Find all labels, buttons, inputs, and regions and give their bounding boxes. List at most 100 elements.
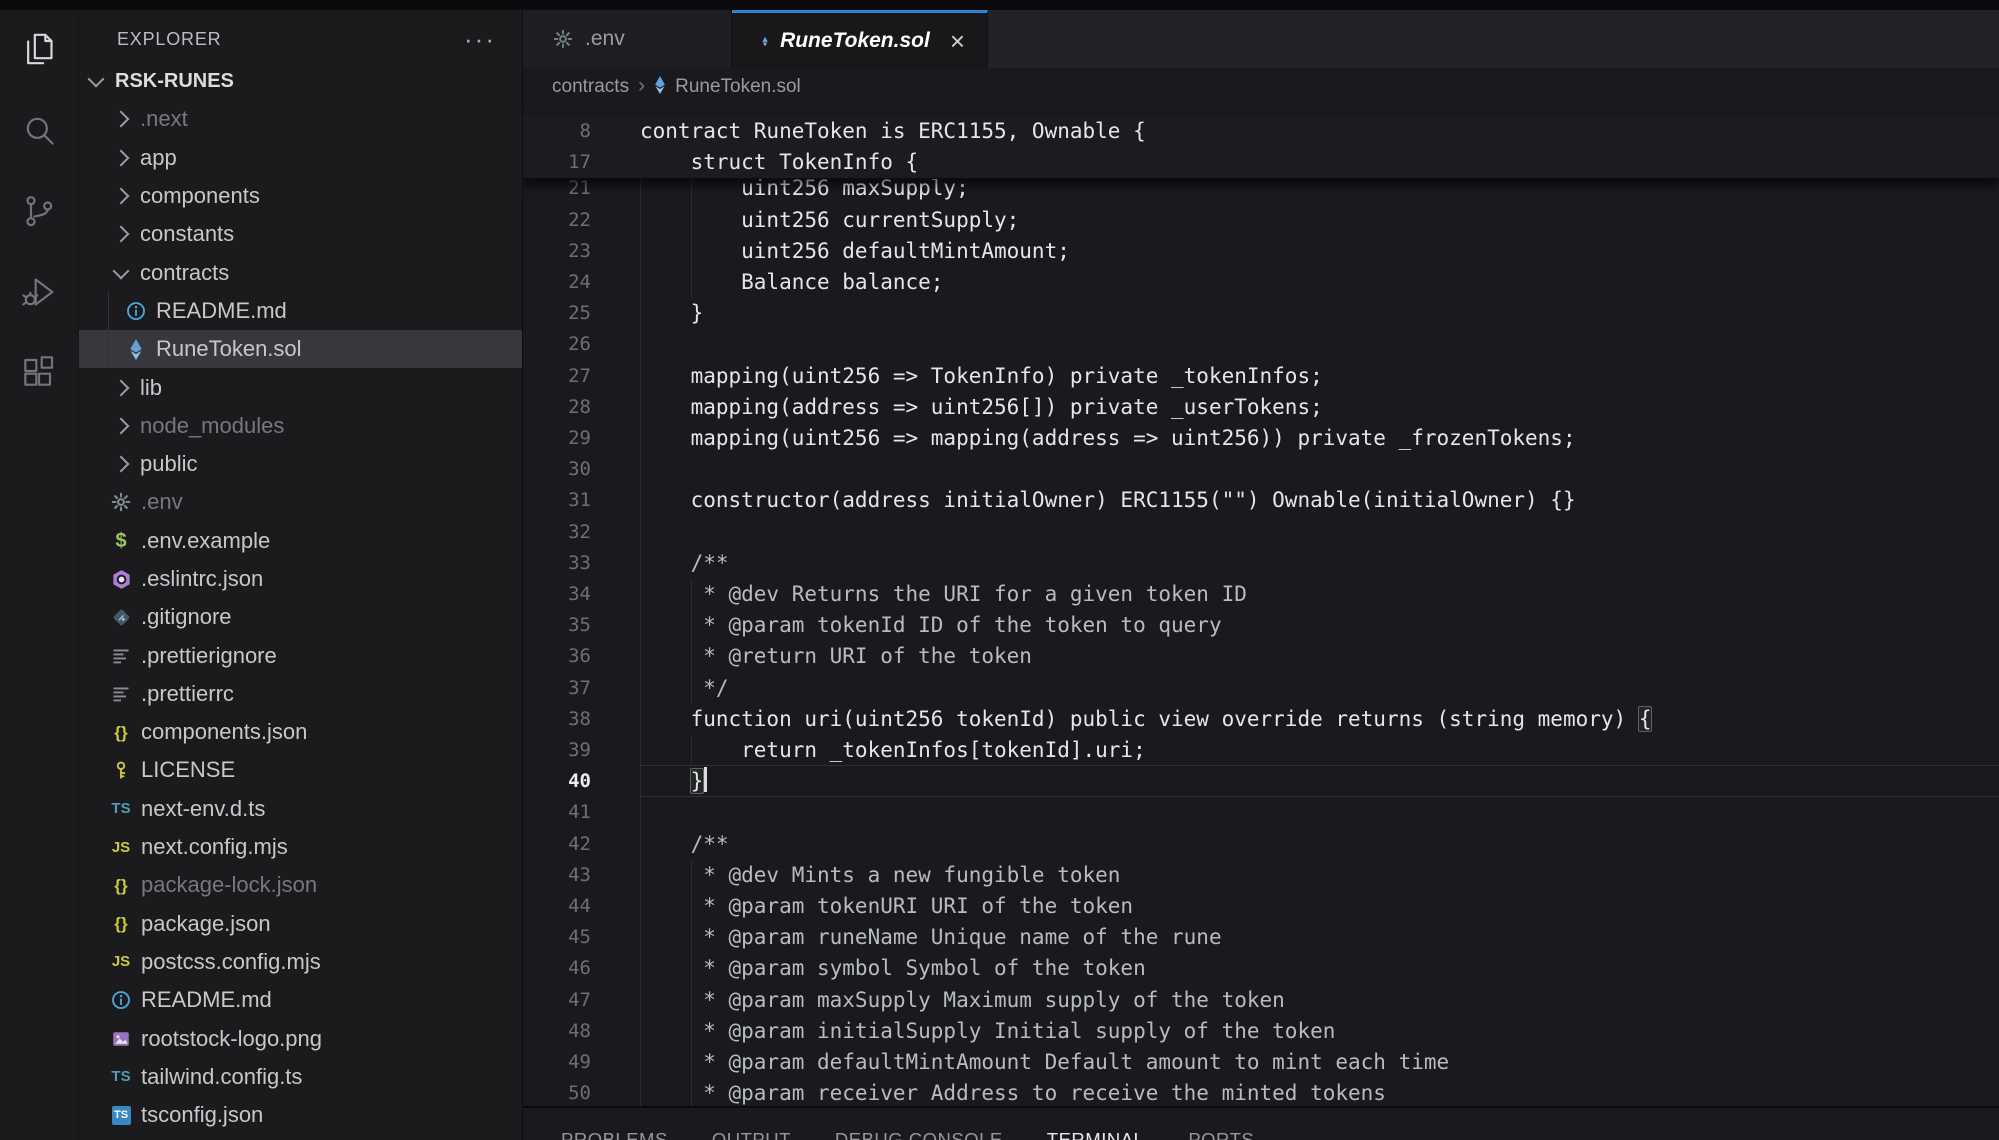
json-braces-icon: {} [114, 915, 127, 932]
code-line: 49 * @param defaultMintAmount Default am… [523, 1047, 1999, 1078]
code-text[interactable]: * @dev Returns the URI for a given token… [640, 579, 1247, 610]
folder-row[interactable]: node_modules [79, 407, 522, 445]
item-label: .prettierignore [141, 643, 277, 669]
panel-tab-terminal[interactable]: TERMINAL [1047, 1129, 1145, 1140]
run-debug-icon[interactable] [17, 270, 61, 314]
sticky-scroll[interactable]: 8contract RuneToken is ERC1155, Ownable … [523, 116, 1999, 179]
code-line: 28 mapping(address => uint256[]) private… [523, 392, 1999, 423]
item-label: next.config.mjs [141, 834, 288, 860]
code-text[interactable]: uint256 defaultMintAmount; [640, 236, 1070, 267]
file-row[interactable]: .prettierignore [79, 636, 522, 674]
code-text[interactable]: contract RuneToken is ERC1155, Ownable { [640, 116, 1146, 147]
item-label: tailwind.config.ts [141, 1064, 302, 1090]
panel-tab-debug-console[interactable]: DEBUG CONSOLE [835, 1129, 1003, 1140]
folder-row[interactable]: constants [79, 215, 522, 253]
breadcrumb: contracts›RuneToken.sol [523, 68, 1999, 106]
folder-row[interactable]: components [79, 177, 522, 215]
close-icon[interactable]: × [950, 31, 965, 51]
file-row[interactable]: TStsconfig.json [79, 1096, 522, 1134]
code-text[interactable]: * @param tokenId ID of the token to quer… [640, 610, 1222, 641]
item-label: tsconfig.json [141, 1102, 263, 1128]
extensions-icon[interactable] [17, 351, 61, 395]
panel-tab-output[interactable]: OUTPUT [712, 1129, 791, 1140]
code-text[interactable]: } [640, 298, 703, 329]
item-label: .eslintrc.json [141, 566, 263, 592]
code-text[interactable]: /** [640, 829, 729, 860]
file-row[interactable]: {}package.json [79, 905, 522, 943]
code-line: 37 */ [523, 673, 1999, 704]
source-control-icon[interactable] [17, 189, 61, 233]
folder-row[interactable]: contracts [79, 253, 522, 291]
code-text[interactable]: * @return URI of the token [640, 641, 1032, 672]
code-text[interactable]: */ [640, 673, 729, 704]
search-icon[interactable] [17, 108, 61, 152]
code-line: 39 return _tokenInfos[tokenId].uri; [523, 735, 1999, 766]
file-row[interactable]: $.env.example [79, 522, 522, 560]
code-text[interactable]: * @param maxSupply Maximum supply of the… [640, 985, 1285, 1016]
prettier-lines-icon [111, 684, 131, 704]
folder-row[interactable]: lib [79, 368, 522, 406]
file-row[interactable]: LICENSE [79, 751, 522, 789]
file-row[interactable]: .prettierrc [79, 675, 522, 713]
code-text[interactable]: * @param initialSupply Initial supply of… [640, 1016, 1335, 1047]
code-text[interactable]: function uri(uint256 tokenId) public vie… [640, 704, 1651, 735]
file-row[interactable]: .eslintrc.json [79, 560, 522, 598]
file-row[interactable]: TSnext-env.d.ts [79, 790, 522, 828]
file-row[interactable]: JSpostcss.config.mjs [79, 943, 522, 981]
file-row[interactable]: README.md [79, 981, 522, 1019]
panel-tab-problems[interactable]: PROBLEMS [561, 1129, 668, 1140]
folder-row[interactable]: RSK-RUNES [79, 62, 522, 100]
code-text[interactable]: uint256 currentSupply; [640, 205, 1019, 236]
code-text[interactable]: * @dev Mints a new fungible token [640, 860, 1120, 891]
line-number: 29 [523, 423, 591, 454]
item-label: .next [140, 106, 188, 132]
code-text[interactable]: * @param symbol Symbol of the token [640, 953, 1146, 984]
chevron-down-icon [113, 262, 130, 279]
file-row[interactable]: JSnext.config.mjs [79, 828, 522, 866]
panel-tab-ports[interactable]: PORTS [1188, 1129, 1254, 1140]
code-line: 44 * @param tokenURI URI of the token [523, 891, 1999, 922]
folder-row[interactable]: .next [79, 100, 522, 138]
more-actions-icon[interactable]: ··· [464, 34, 496, 44]
item-label: public [140, 451, 197, 477]
code-text[interactable]: mapping(uint256 => TokenInfo) private _t… [640, 361, 1323, 392]
code-text[interactable]: struct TokenInfo { [640, 147, 918, 178]
code-line: 35 * @param tokenId ID of the token to q… [523, 610, 1999, 641]
ethereum-icon [762, 31, 768, 52]
folder-row[interactable]: app [79, 139, 522, 177]
file-row[interactable]: README.md [79, 292, 522, 330]
code-line: 25 } [523, 298, 1999, 329]
explorer-icon[interactable] [17, 27, 61, 71]
breadcrumb-segment[interactable]: contracts [552, 76, 629, 98]
code-text[interactable]: mapping(address => uint256[]) private _u… [640, 392, 1323, 423]
tab-strip: .envRuneToken.sol× [523, 10, 1999, 68]
code-text[interactable]: * @param receiver Address to receive the… [640, 1078, 1386, 1109]
sticky-line: 17 struct TokenInfo { [523, 147, 1999, 178]
breadcrumb-segment[interactable]: RuneToken.sol [675, 76, 801, 98]
code-text[interactable]: * @param defaultMintAmount Default amoun… [640, 1047, 1449, 1078]
bracket-match: { [1639, 707, 1652, 731]
code-text[interactable]: * @param tokenURI URI of the token [640, 891, 1133, 922]
file-row[interactable]: TStailwind.config.ts [79, 1058, 522, 1096]
window-top-edge [0, 0, 1999, 10]
file-row[interactable]: .env [79, 483, 522, 521]
file-row[interactable]: {}package-lock.json [79, 866, 522, 904]
chevron-right-icon [113, 149, 130, 166]
item-label: components.json [141, 719, 307, 745]
tab--env[interactable]: .env [523, 10, 732, 68]
file-row[interactable]: {}components.json [79, 713, 522, 751]
code-text[interactable]: /** [640, 548, 729, 579]
code-text[interactable]: * @param runeName Unique name of the run… [640, 922, 1222, 953]
folder-row[interactable]: public [79, 445, 522, 483]
code-text[interactable]: Balance balance; [640, 267, 943, 298]
code-text[interactable]: return _tokenInfos[tokenId].uri; [640, 735, 1146, 766]
code-editor[interactable]: 21 uint256 maxSupply;22 uint256 currentS… [523, 106, 1999, 1116]
code-line: 24 Balance balance; [523, 267, 1999, 298]
code-text[interactable]: } [640, 766, 707, 797]
file-row[interactable]: .gitignore [79, 598, 522, 636]
tab-runetoken-sol[interactable]: RuneToken.sol× [732, 10, 988, 69]
code-text[interactable]: constructor(address initialOwner) ERC115… [640, 485, 1576, 516]
file-row[interactable]: rootstock-logo.png [79, 1019, 522, 1057]
file-row[interactable]: RuneToken.sol [79, 330, 522, 368]
code-text[interactable]: mapping(uint256 => mapping(address => ui… [640, 423, 1576, 454]
